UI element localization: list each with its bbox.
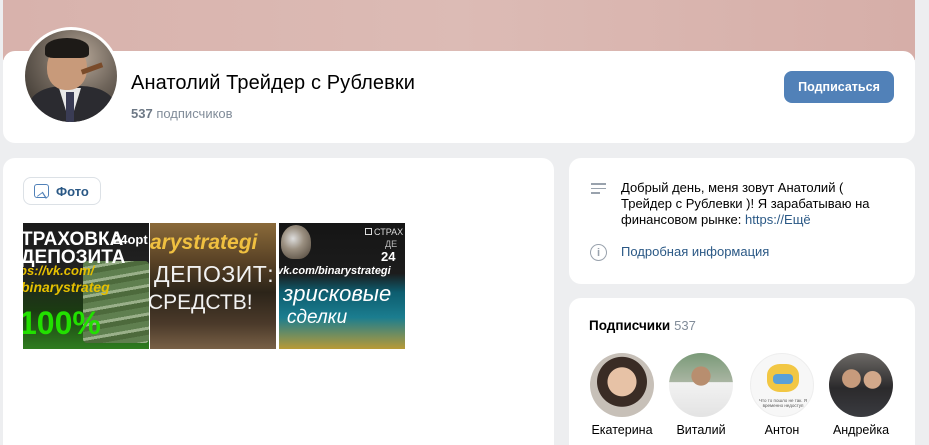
- thumb-text: 24opt: [113, 232, 148, 247]
- page-title: Анатолий Трейдер с Рублевки: [131, 72, 415, 94]
- photo-tab-label: Фото: [56, 183, 89, 199]
- photos-card: Фото ТРАХОВКА 24opt ДЕПОЗИТА ps://vk.com…: [3, 158, 554, 445]
- follower-name: Андрейка: [832, 423, 890, 437]
- more-info-link[interactable]: Подробная информация: [621, 244, 769, 259]
- photo-thumbnail-3[interactable]: СТРАХ ДЕ 24 vk.com/binarystrategi зриско…: [279, 223, 405, 349]
- description-icon: [591, 183, 606, 195]
- follower-avatar: Что то пошло не так. Я временно недоступ: [750, 353, 814, 417]
- photo-tab-button[interactable]: Фото: [23, 177, 101, 205]
- follower-item[interactable]: Екатерина: [588, 353, 656, 437]
- thumb-text: зрисковые: [283, 281, 392, 306]
- subscribers-count[interactable]: 537 подписчиков: [131, 106, 233, 121]
- photo-thumbnail-2[interactable]: arystrategi ДЕПОЗИТ: СРЕДСТВ!: [150, 223, 276, 349]
- thumb-text: ps://vk.com/: [23, 263, 95, 278]
- follower-item[interactable]: Виталий: [667, 353, 735, 437]
- info-card: Добрый день, меня зовут Анатолий ( Трейд…: [569, 158, 915, 284]
- logo-icon: [365, 228, 372, 235]
- follower-name: Екатерина: [591, 423, 653, 437]
- follower-name: Виталий: [676, 423, 726, 437]
- avatar-photo: [25, 30, 117, 122]
- avatar[interactable]: [22, 27, 120, 125]
- follower-name: Антон: [764, 423, 800, 437]
- thumb-text: binarystrateg: [23, 279, 110, 295]
- followers-card: Подписчики 537 Екатерина Виталий Что то п…: [569, 298, 915, 445]
- thumb-text: СРЕДСТВ!: [150, 291, 253, 314]
- thumb-text: 24: [381, 249, 396, 264]
- follower-avatar: [829, 353, 893, 417]
- description-link[interactable]: https://Ещё: [745, 212, 811, 227]
- eagle-image: [281, 225, 311, 259]
- profile-header: [3, 51, 915, 143]
- followers-count: 537: [674, 318, 696, 333]
- description-text: Добрый день, меня зовут Анатолий ( Трейд…: [621, 180, 891, 228]
- subscribers-number: 537: [131, 106, 153, 121]
- followers-title[interactable]: Подписчики 537: [589, 318, 696, 333]
- follower-avatar: [590, 353, 654, 417]
- thumb-text: arystrategi: [150, 231, 258, 254]
- follower-item[interactable]: Что то пошло не так. Я временно недоступ…: [748, 353, 816, 437]
- subscribers-label: подписчиков: [156, 106, 233, 121]
- follower-avatar: [669, 353, 733, 417]
- image-icon: [34, 184, 49, 198]
- thumb-text: ДЕПОЗИТ:: [154, 261, 275, 287]
- follower-item[interactable]: Андрейка: [827, 353, 895, 437]
- followers-title-label: Подписчики: [589, 318, 671, 333]
- thumb-text: сделки: [287, 307, 348, 328]
- thumb-text: ДЕ: [385, 239, 398, 249]
- thumb-text: СТРАХ: [374, 227, 404, 237]
- thumb-text: vk.com/binarystrategi: [279, 265, 391, 277]
- photo-thumbnail-1[interactable]: ТРАХОВКА 24opt ДЕПОЗИТА ps://vk.com/ bin…: [23, 223, 149, 349]
- avatar-caption: Что то пошло не так. Я временно недоступ: [759, 398, 807, 408]
- info-icon: i: [590, 244, 607, 261]
- subscribe-button[interactable]: Подписаться: [784, 71, 894, 103]
- thumb-text: 100%: [23, 305, 101, 341]
